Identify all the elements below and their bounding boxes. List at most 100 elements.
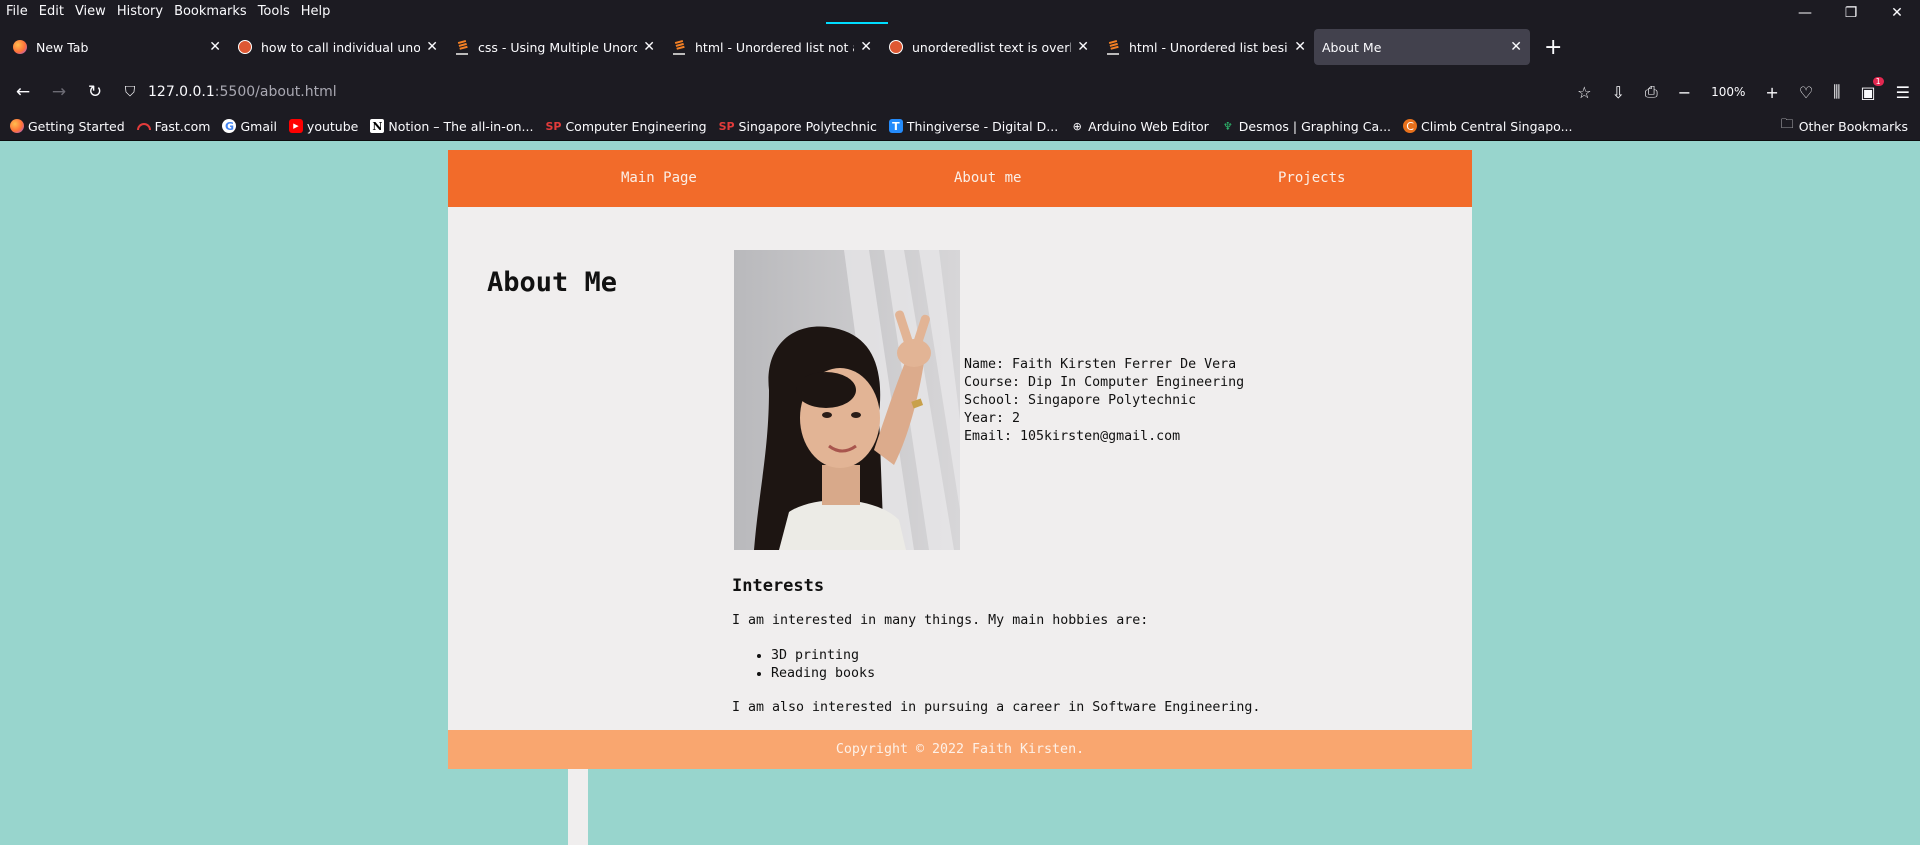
library-icon[interactable]: ⫼ (1833, 82, 1840, 102)
tab-css-multiple[interactable]: css - Using Multiple Unordered L ✕ (446, 29, 663, 65)
back-icon[interactable]: ← (10, 79, 36, 105)
close-icon[interactable]: ✕ (209, 39, 221, 55)
url-path: :5500/about.html (214, 84, 337, 100)
menu-help[interactable]: Help (301, 4, 331, 19)
close-icon[interactable]: ✕ (426, 39, 438, 55)
pocket-icon[interactable]: ♡ (1799, 83, 1813, 102)
menu-file[interactable]: File (6, 4, 28, 19)
interests-intro: I am interested in many things. My main … (732, 613, 1149, 628)
tab-about-me[interactable]: About Me ✕ (1314, 29, 1530, 65)
nav-projects[interactable]: Projects (1278, 170, 1345, 186)
zoom-out-icon[interactable]: − (1678, 83, 1691, 102)
bookmark-label: Gmail (240, 118, 277, 134)
other-bookmarks-label: Other Bookmarks (1798, 118, 1908, 134)
bookmark-label: Singapore Polytechnic (738, 118, 877, 134)
bookmark-label: Notion – The all-in-on... (388, 118, 534, 134)
menu-tools[interactable]: Tools (258, 4, 290, 19)
nav-main-page[interactable]: Main Page (621, 170, 697, 186)
page-title: About Me (487, 267, 618, 298)
close-icon[interactable]: ✕ (1510, 39, 1522, 55)
thingiverse-icon: T (888, 119, 903, 133)
site-footer: Copyright © 2022 Faith Kirsten. (448, 730, 1472, 769)
profile-photo (734, 250, 960, 550)
reload-icon[interactable]: ↻ (82, 79, 108, 105)
info-course: Course: Dip In Computer Engineering (964, 375, 1245, 390)
fast-icon (136, 119, 151, 133)
climb-central-icon: C (1403, 119, 1418, 133)
tab-overlapping[interactable]: unorderedlist text is overlapping ✕ (880, 29, 1097, 65)
close-icon[interactable]: ✕ (1294, 39, 1306, 55)
site-nav: Main Page About me Projects (448, 150, 1472, 207)
bookmark-star-icon[interactable]: ☆ (1577, 83, 1591, 102)
shield-icon[interactable]: ⛉ (120, 84, 140, 100)
bookmark-getting-started[interactable]: Getting Started (10, 119, 125, 134)
desmos-icon: ♆ (1222, 119, 1233, 133)
toolbar-right: ☆ ⇩ ⎙ − 100% + ♡ ⫼ ▣ 1 ☰ (1557, 72, 1910, 112)
tab-title: html - Unordered list not aligning (695, 39, 854, 55)
bookmark-computer-engineering[interactable]: SP Computer Engineering (545, 119, 706, 134)
stackoverflow-icon (671, 39, 687, 55)
folder-icon: 🗀 (1780, 117, 1794, 132)
downloads-icon[interactable]: ⇩ (1611, 83, 1624, 102)
tab-title: New Tab (36, 39, 89, 55)
google-icon: G (222, 119, 237, 133)
interests-outro: I am also interested in pursuing a caree… (732, 700, 1261, 715)
bookmark-climb-central[interactable]: C Climb Central Singapo... (1403, 119, 1572, 134)
info-school: School: Singapore Polytechnic (964, 393, 1197, 408)
extension-icon[interactable]: ▣ 1 (1861, 76, 1884, 102)
tab-hover-indicator (826, 22, 888, 24)
bookmark-label: Climb Central Singapo... (1421, 118, 1573, 134)
bookmark-thingiverse[interactable]: T Thingiverse - Digital D... (888, 118, 1059, 134)
other-bookmarks[interactable]: 🗀 Other Bookmarks (1781, 115, 1908, 137)
firefox-icon (10, 119, 24, 133)
tab-new-tab[interactable]: New Tab ✕ (4, 29, 229, 65)
hobbies-list: 3D printing Reading books (747, 647, 875, 683)
bookmark-notion[interactable]: N Notion – The all-in-on... (370, 119, 533, 134)
menu-icon[interactable]: ☰ (1896, 83, 1910, 102)
tab-title: css - Using Multiple Unordered L (478, 39, 638, 55)
bookmark-desmos[interactable]: ♆ Desmos | Graphing Ca... (1221, 119, 1391, 134)
page-container: Main Page About me Projects About Me Nam… (448, 150, 1472, 769)
bookmark-singapore-polytechnic[interactable]: SP Singapore Polytechnic (719, 119, 877, 134)
menu-history[interactable]: History (117, 4, 163, 19)
new-tab-button[interactable]: + (1544, 35, 1562, 60)
zoom-level[interactable]: 100% (1711, 85, 1745, 99)
sp-icon: SP (545, 119, 562, 133)
zoom-in-icon[interactable]: + (1765, 83, 1778, 102)
print-icon[interactable]: ⎙ (1645, 82, 1658, 102)
close-icon[interactable]: ✕ (1077, 39, 1089, 55)
info-email: Email: 105kirsten@gmail.com (964, 429, 1181, 444)
menu-view[interactable]: View (75, 4, 106, 19)
duckduckgo-icon (237, 39, 253, 55)
bookmark-label: youtube (306, 118, 359, 134)
url-bar[interactable]: ⛉ ▯ 127.0.0.1:5500/about.html (120, 76, 1530, 845)
bookmarks-bar: Getting Started Fast.com G Gmail ▶ youtube… (0, 112, 1920, 141)
tab-how-to-call[interactable]: how to call individual unordered ✕ (229, 29, 446, 65)
globe-icon: ⊕ (1072, 119, 1082, 133)
bookmark-label: Fast.com (154, 118, 211, 134)
bookmark-label: Getting Started (28, 118, 125, 134)
copyright-text: Copyright © 2022 Faith Kirsten. (835, 742, 1085, 757)
menu-bar: File Edit View History Bookmarks Tools H… (0, 0, 1920, 22)
tab-title: how to call individual unordered (261, 39, 421, 55)
bookmark-label: Thingiverse - Digital D... (906, 118, 1059, 134)
nav-about-me[interactable]: About me (954, 170, 1021, 186)
bookmark-arduino[interactable]: ⊕ Arduino Web Editor (1070, 119, 1209, 134)
tab-not-aligning[interactable]: html - Unordered list not aligning ✕ (663, 29, 880, 65)
menu-bookmarks[interactable]: Bookmarks (174, 4, 247, 19)
close-icon[interactable]: ✕ (643, 39, 655, 55)
menu-edit[interactable]: Edit (39, 4, 64, 19)
tab-title: About Me (1322, 39, 1382, 55)
bookmark-label: Computer Engineering (565, 118, 707, 134)
bookmark-label: Arduino Web Editor (1088, 118, 1209, 134)
bookmark-youtube[interactable]: ▶ youtube (288, 118, 359, 134)
duckduckgo-icon (888, 39, 904, 55)
tab-beside-paragraph[interactable]: html - Unordered list beside para ✕ (1097, 29, 1314, 65)
tab-title: unorderedlist text is overlapping (912, 39, 1072, 55)
bookmark-fast[interactable]: Fast.com (136, 118, 211, 134)
bookmark-gmail[interactable]: G Gmail (222, 118, 277, 134)
browser-chrome: File Edit View History Bookmarks Tools H… (0, 0, 1920, 845)
profile-info: Name: Faith Kirsten Ferrer De Vera Course… (964, 356, 1244, 446)
close-icon[interactable]: ✕ (860, 39, 872, 55)
interests-heading: Interests (732, 576, 825, 596)
